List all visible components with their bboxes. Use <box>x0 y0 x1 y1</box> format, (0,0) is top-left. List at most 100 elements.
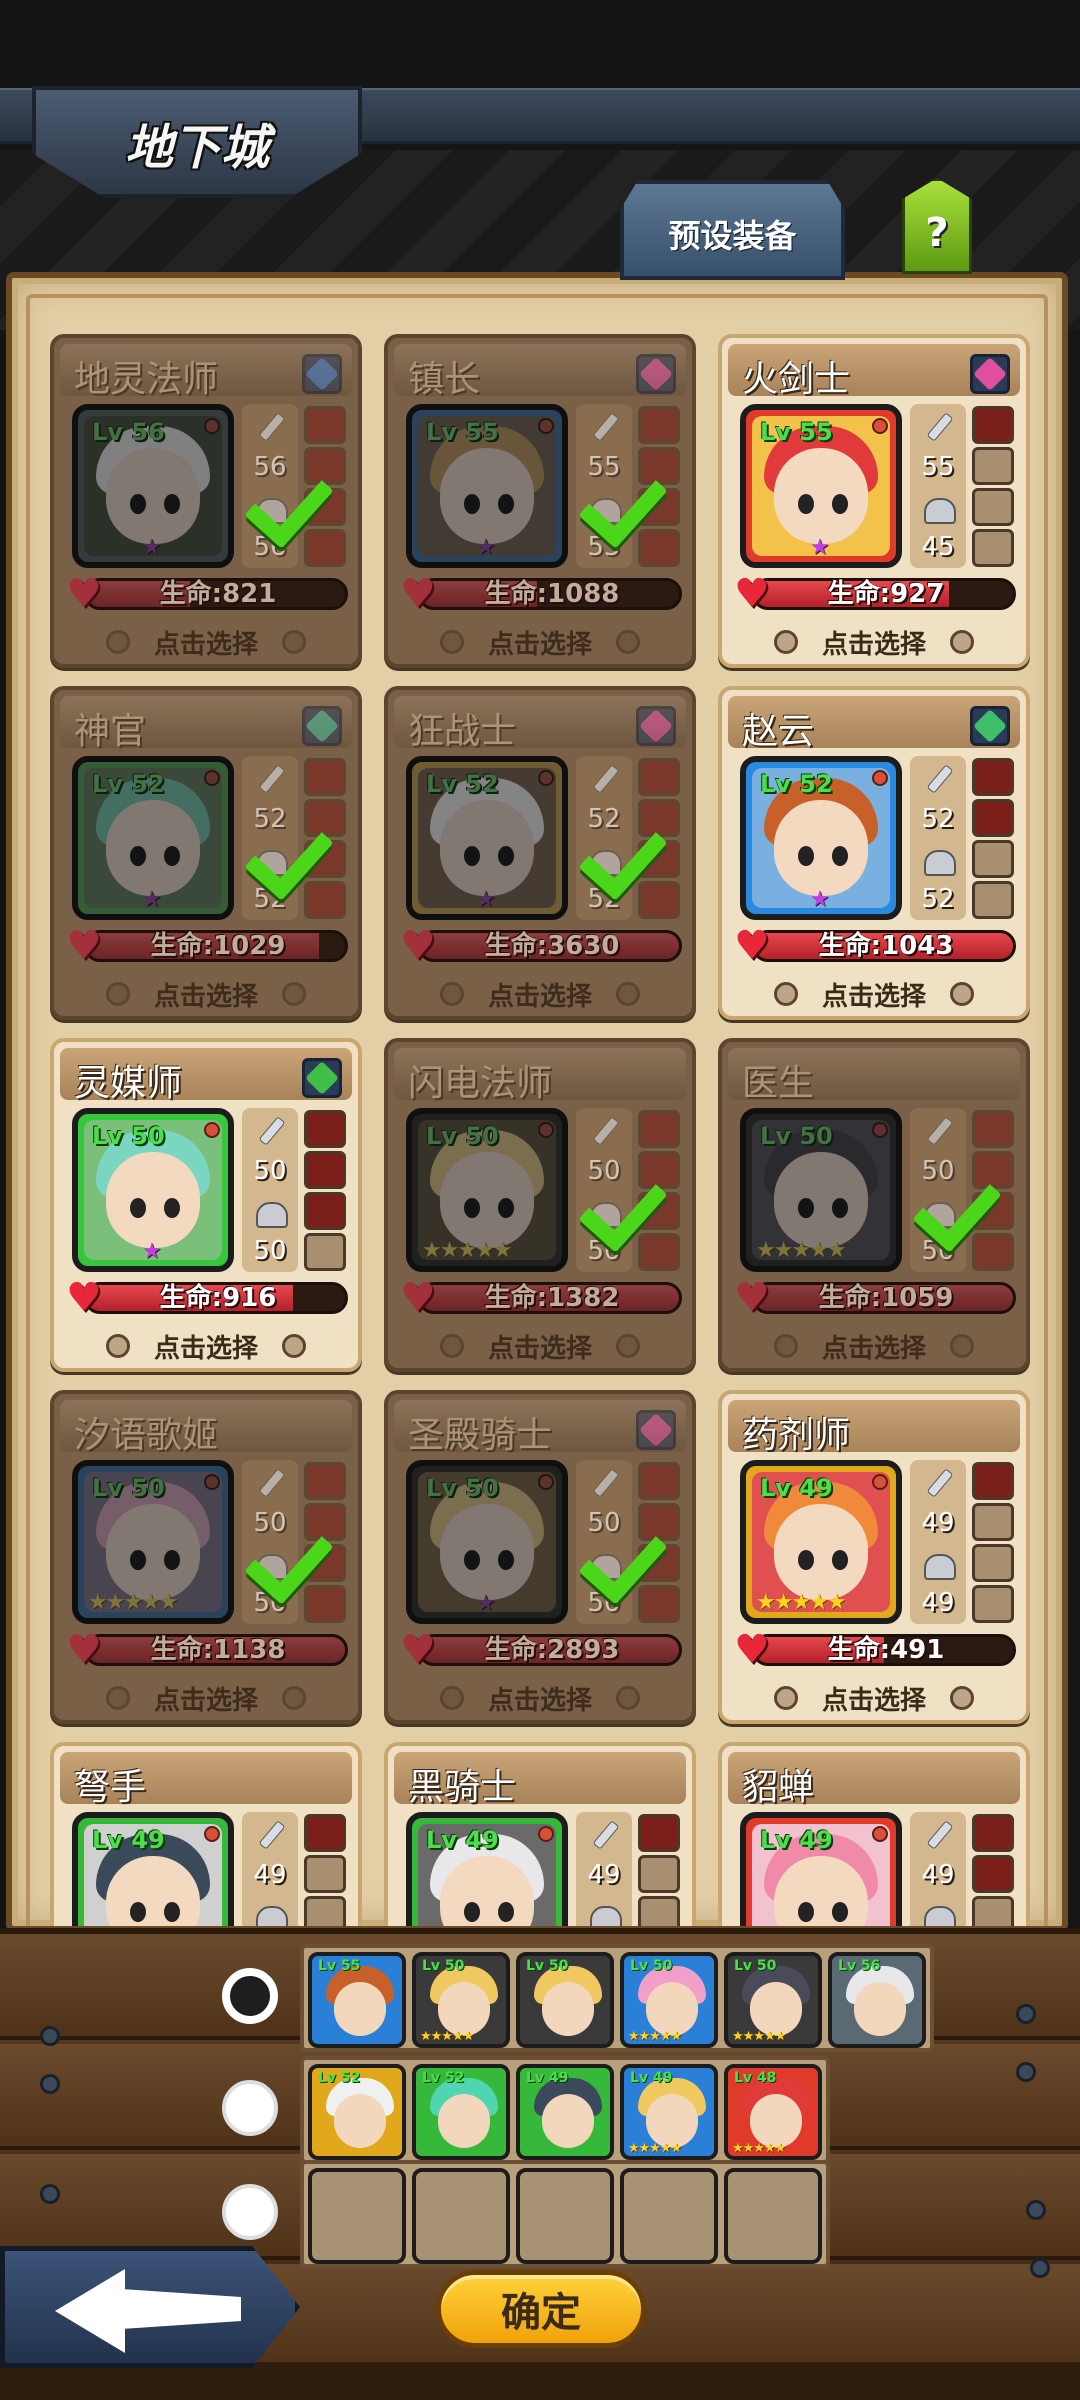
empty-team-slot[interactable] <box>620 2168 718 2264</box>
hero-name: 赵云 <box>742 711 815 752</box>
tap-to-select[interactable]: 点击选择 <box>54 974 358 1014</box>
star-rating: ★★★★★ <box>420 2029 474 2044</box>
hero-stats: 49 <box>242 1812 298 1926</box>
tap-to-select[interactable]: 点击选择 <box>722 1326 1026 1366</box>
hero-face <box>774 800 868 896</box>
team-member-portrait[interactable]: Lv 50 <box>516 1952 614 2048</box>
team-radio-3[interactable] <box>222 2184 278 2240</box>
team-radio-1[interactable] <box>222 1968 278 2024</box>
hero-list-panel: 地灵法师 Lv 56 ★ 56 56 ♥ 生命:821 点击选择 镇长 Lv 55 ★ 55 55 ♥ 生命… <box>6 272 1068 1932</box>
attack-value: 55 <box>921 452 955 482</box>
tap-to-select[interactable]: 点击选择 <box>722 974 1026 1014</box>
tap-to-select-label: 点击选择 <box>487 630 592 660</box>
member-level: Lv 55 <box>318 1958 361 1974</box>
hero-card[interactable]: 医生 Lv 50 ★★★★★ 50 50 ♥ 生命:1059 点击选择 <box>718 1038 1030 1372</box>
empty-team-slot[interactable] <box>308 2168 406 2264</box>
team-member-portrait[interactable]: Lv 52 <box>308 2064 406 2160</box>
hero-stats: 49 <box>910 1812 966 1926</box>
equipped-item-slot <box>972 799 1014 837</box>
equipped-item-slot <box>304 758 346 796</box>
hero-face <box>106 1504 200 1600</box>
preset-equipment-tab[interactable]: 预设装备 <box>620 180 845 280</box>
attack-value: 52 <box>921 804 955 834</box>
hero-card[interactable]: 弩手Lv 49★ 49 <box>50 1742 362 1926</box>
hp-text: 生命:2893 <box>420 1634 684 1666</box>
team-member-portrait[interactable]: Lv 50 ★★★★★ <box>412 1952 510 2048</box>
hero-card[interactable]: 黑骑士Lv 49★ 49 <box>384 1742 696 1926</box>
hero-card[interactable]: 圣殿骑士 Lv 50 ★ 50 50 ♥ 生命:2893 点击选择 <box>384 1390 696 1724</box>
hero-portrait: Lv 52 ★ <box>406 756 568 920</box>
hero-face <box>440 1504 534 1600</box>
hero-eye <box>498 846 514 866</box>
hp-bar: ♥ 生命:1059 <box>734 1278 1018 1318</box>
hero-face <box>542 1982 594 2036</box>
tap-to-select[interactable]: 点击选择 <box>388 1326 692 1366</box>
tap-to-select[interactable]: 点击选择 <box>388 1678 692 1718</box>
empty-team-slot[interactable] <box>724 2168 822 2264</box>
member-level: Lv 49 <box>630 2070 673 2086</box>
hero-name: 汐语歌姬 <box>74 1415 219 1456</box>
hero-card[interactable]: 狂战士 Lv 52 ★ 52 52 ♥ 生命:3630 点击选择 <box>384 686 696 1020</box>
team-member-portrait[interactable]: Lv 48 ★★★★★ <box>724 2064 822 2160</box>
element-gem-icon <box>302 706 342 746</box>
empty-equipment-slot <box>972 881 1014 919</box>
hero-card[interactable]: 药剂师 Lv 49 ★★★★★ 49 49 ♥ 生命:491 点击选择 <box>718 1390 1030 1724</box>
empty-team-slot[interactable] <box>412 2168 510 2264</box>
hero-eye <box>498 494 514 514</box>
hero-level: Lv 50 <box>760 1122 833 1150</box>
equipment-slots <box>970 756 1018 920</box>
empty-team-slot[interactable] <box>516 2168 614 2264</box>
team-member-portrait[interactable]: Lv 49 ★★★★★ <box>620 2064 718 2160</box>
hp-bar: ♥ 生命:3630 <box>400 926 684 966</box>
hp-label: 生命: <box>484 1283 548 1313</box>
hero-card[interactable]: 镇长 Lv 55 ★ 55 55 ♥ 生命:1088 点击选择 <box>384 334 696 668</box>
hero-card[interactable]: 神官 Lv 52 ★ 52 52 ♥ 生命:1029 点击选择 <box>50 686 362 1020</box>
equipment-slots <box>970 404 1018 568</box>
hero-portrait: Lv 56 ★ <box>72 404 234 568</box>
hp-value: 927 <box>890 579 945 609</box>
helmet-icon <box>922 844 956 876</box>
tap-to-select[interactable]: 点击选择 <box>388 974 692 1014</box>
tap-to-select[interactable]: 点击选择 <box>54 622 358 662</box>
hero-card[interactable]: 闪电法师 Lv 50 ★★★★★ 50 50 ♥ 生命:1382 点击选择 <box>384 1038 696 1372</box>
hero-card[interactable]: 汐语歌姬 Lv 50 ★★★★★ 50 50 ♥ 生命:1138 点击选择 <box>50 1390 362 1724</box>
rivet <box>1016 2004 1036 2024</box>
tap-to-select-label: 点击选择 <box>153 982 258 1012</box>
select-dot-icon <box>950 1686 974 1710</box>
tap-to-select[interactable]: 点击选择 <box>54 1326 358 1366</box>
member-level: Lv 56 <box>838 1958 881 1974</box>
team-member-portrait[interactable]: Lv 50 ★★★★★ <box>620 1952 718 2048</box>
team-member-portrait[interactable]: Lv 50 ★★★★★ <box>724 1952 822 2048</box>
hp-bar: ♥ 生命:927 <box>734 574 1018 614</box>
hp-text: 生命:916 <box>86 1282 350 1314</box>
equipped-item-slot <box>638 881 680 919</box>
hero-card[interactable]: 地灵法师 Lv 56 ★ 56 56 ♥ 生命:821 点击选择 <box>50 334 362 668</box>
sword-icon <box>254 764 286 796</box>
team-member-portrait[interactable]: Lv 56 <box>828 1952 926 2048</box>
hp-text: 生命:1088 <box>420 578 684 610</box>
back-button[interactable] <box>0 2246 300 2368</box>
tap-to-select[interactable]: 点击选择 <box>54 1678 358 1718</box>
star-rating: ★★★★★ <box>732 2141 786 2156</box>
equipped-item-slot <box>304 406 346 444</box>
select-dot-icon <box>616 982 640 1006</box>
hero-card[interactable]: 赵云 Lv 52 ★ 52 52 ♥ 生命:1043 点击选择 <box>718 686 1030 1020</box>
level-dot-icon <box>872 418 888 434</box>
tap-to-select[interactable]: 点击选择 <box>722 622 1026 662</box>
team-member-portrait[interactable]: Lv 55 <box>308 1952 406 2048</box>
hero-card[interactable]: 貂蝉Lv 49★ 49 <box>718 1742 1030 1926</box>
tap-to-select[interactable]: 点击选择 <box>722 1678 1026 1718</box>
tap-to-select-label: 点击选择 <box>821 630 926 660</box>
team-member-portrait[interactable]: Lv 52 <box>412 2064 510 2160</box>
hero-name: 狂战士 <box>408 711 517 752</box>
hero-card[interactable]: 火剑士 Lv 55 ★ 55 45 ♥ 生命:927 点击选择 <box>718 334 1030 668</box>
tap-to-select[interactable]: 点击选择 <box>388 622 692 662</box>
sword-icon <box>922 1468 954 1500</box>
equipped-item-slot <box>972 1110 1014 1148</box>
equipped-item-slot <box>972 1855 1014 1893</box>
team-member-portrait[interactable]: Lv 49 <box>516 2064 614 2160</box>
confirm-button[interactable]: 确定 <box>436 2270 646 2348</box>
element-gem-icon <box>636 354 676 394</box>
team-radio-2[interactable] <box>222 2080 278 2136</box>
hero-card[interactable]: 灵媒师 Lv 50 ★ 50 50 ♥ 生命:916 点击选择 <box>50 1038 362 1372</box>
